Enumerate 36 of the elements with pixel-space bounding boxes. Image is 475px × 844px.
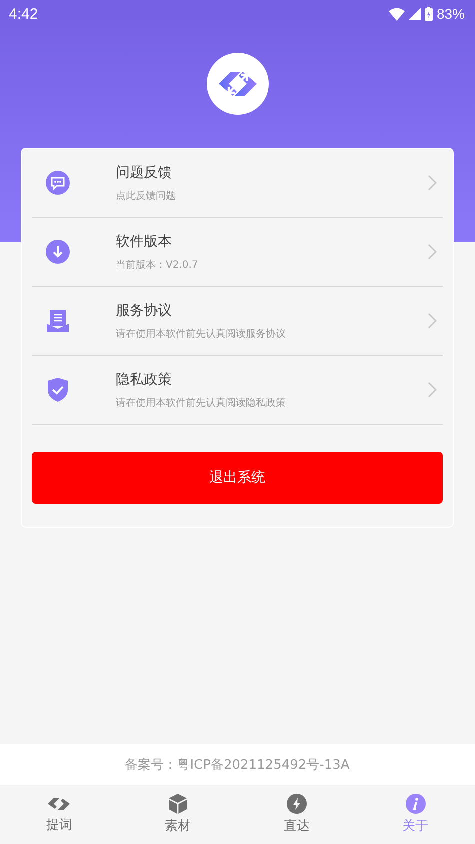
chevron-right-icon bbox=[428, 175, 437, 191]
menu-item-subtitle: 当前版本：V2.0.7 bbox=[116, 258, 200, 272]
menu-item-title: 软件版本 bbox=[116, 232, 173, 250]
download-icon bbox=[46, 240, 70, 264]
status-time: 4:42 bbox=[9, 6, 38, 22]
battery-level: 83% bbox=[436, 6, 465, 22]
logo-icon bbox=[206, 53, 268, 115]
battery-icon bbox=[424, 7, 433, 21]
chevron-right-icon bbox=[428, 382, 437, 398]
menu-item[interactable]: 服务协议 请在使用本软件前先认真阅读服务协议 bbox=[32, 287, 443, 356]
menu-item-title: 问题反馈 bbox=[116, 164, 173, 182]
logout-button[interactable]: 退出系统 bbox=[32, 452, 443, 504]
chat-bubble-icon bbox=[46, 171, 70, 195]
menu-item[interactable]: 软件版本 当前版本：V2.0.7 bbox=[32, 218, 443, 287]
menu-item-title: 隐私政策 bbox=[116, 370, 173, 388]
nav-tab[interactable]: 关于 bbox=[356, 785, 475, 844]
document-icon bbox=[46, 309, 70, 333]
menu-item-subtitle: 点此反馈问题 bbox=[116, 190, 177, 202]
nav-tab[interactable]: 直达 bbox=[238, 785, 356, 844]
icp-record-text: 备案号：粤ICP备2021125492号-13A bbox=[125, 756, 350, 774]
menu-item[interactable]: 问题反馈 点此反馈问题 bbox=[32, 149, 443, 218]
chevron-right-icon bbox=[428, 313, 437, 329]
menu-item[interactable]: 隐私政策 请在使用本软件前先认真阅读隐私政策 bbox=[32, 356, 443, 425]
link-icon bbox=[47, 795, 72, 813]
lightning-icon bbox=[286, 794, 307, 814]
menu-item-title: 服务协议 bbox=[116, 302, 173, 320]
menu-item-subtitle: 请在使用本软件前先认真阅读服务协议 bbox=[116, 328, 287, 340]
chevron-right-icon bbox=[428, 244, 437, 260]
nav-tab[interactable]: 素材 bbox=[118, 785, 238, 844]
wifi-icon bbox=[388, 8, 405, 20]
info-icon bbox=[406, 794, 426, 814]
cube-icon bbox=[168, 794, 188, 814]
signal-icon bbox=[408, 8, 421, 20]
nav-tab[interactable]: 提词 bbox=[0, 785, 119, 844]
shield-check-icon bbox=[47, 378, 69, 402]
menu-item-subtitle: 请在使用本软件前先认真阅读隐私政策 bbox=[116, 396, 287, 410]
